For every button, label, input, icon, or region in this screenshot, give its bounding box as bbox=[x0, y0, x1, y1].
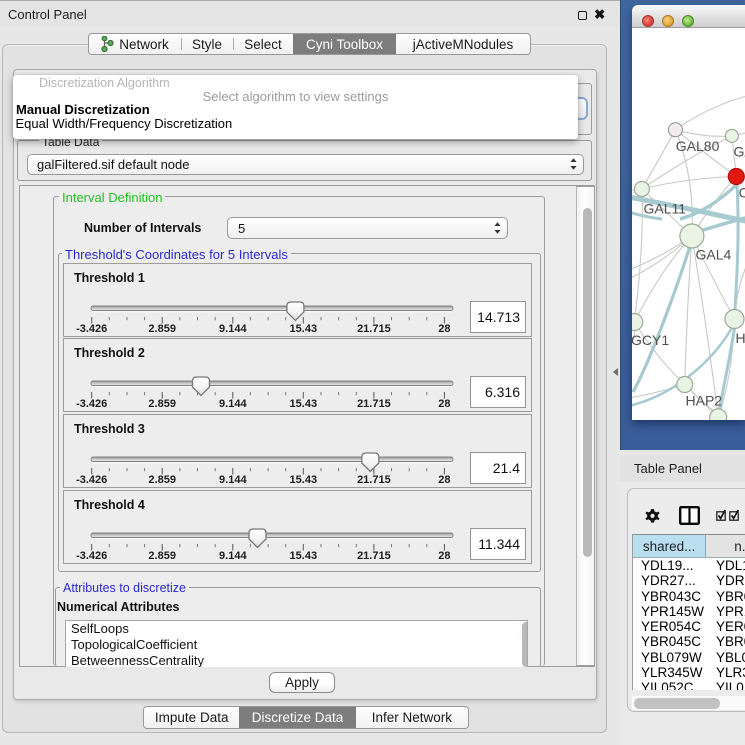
svg-text:28: 28 bbox=[438, 398, 450, 410]
svg-text:-3.426: -3.426 bbox=[76, 398, 107, 410]
svg-text:HAP2: HAP2 bbox=[686, 393, 723, 409]
svg-text:C: C bbox=[739, 184, 745, 200]
svg-text:2.859: 2.859 bbox=[148, 550, 176, 562]
svg-text:28: 28 bbox=[438, 474, 450, 486]
svg-text:28: 28 bbox=[438, 323, 450, 335]
svg-text:15.43: 15.43 bbox=[290, 550, 318, 562]
svg-text:15.43: 15.43 bbox=[290, 323, 318, 335]
svg-text:H: H bbox=[736, 330, 745, 346]
svg-text:9.144: 9.144 bbox=[219, 474, 247, 486]
svg-text:2.859: 2.859 bbox=[148, 474, 176, 486]
svg-text:GAL4: GAL4 bbox=[696, 247, 732, 263]
svg-text:21.715: 21.715 bbox=[357, 323, 391, 335]
svg-text:GA: GA bbox=[734, 144, 745, 160]
svg-text:21.715: 21.715 bbox=[357, 550, 391, 562]
svg-text:-3.426: -3.426 bbox=[76, 550, 107, 562]
svg-text:15.43: 15.43 bbox=[290, 474, 318, 486]
svg-text:GCY1: GCY1 bbox=[632, 332, 669, 348]
svg-text:GAL11: GAL11 bbox=[644, 201, 687, 217]
svg-text:9.144: 9.144 bbox=[219, 398, 247, 410]
svg-text:-3.426: -3.426 bbox=[76, 474, 107, 486]
svg-text:28: 28 bbox=[438, 550, 450, 562]
svg-text:2.859: 2.859 bbox=[148, 398, 176, 410]
svg-text:-3.426: -3.426 bbox=[76, 323, 107, 335]
svg-text:2.859: 2.859 bbox=[148, 323, 176, 335]
svg-text:9.144: 9.144 bbox=[219, 323, 247, 335]
svg-text:21.715: 21.715 bbox=[357, 474, 391, 486]
svg-text:9.144: 9.144 bbox=[219, 550, 247, 562]
svg-text:21.715: 21.715 bbox=[357, 398, 391, 410]
svg-text:15.43: 15.43 bbox=[290, 398, 318, 410]
svg-text:GAL80: GAL80 bbox=[676, 138, 720, 154]
